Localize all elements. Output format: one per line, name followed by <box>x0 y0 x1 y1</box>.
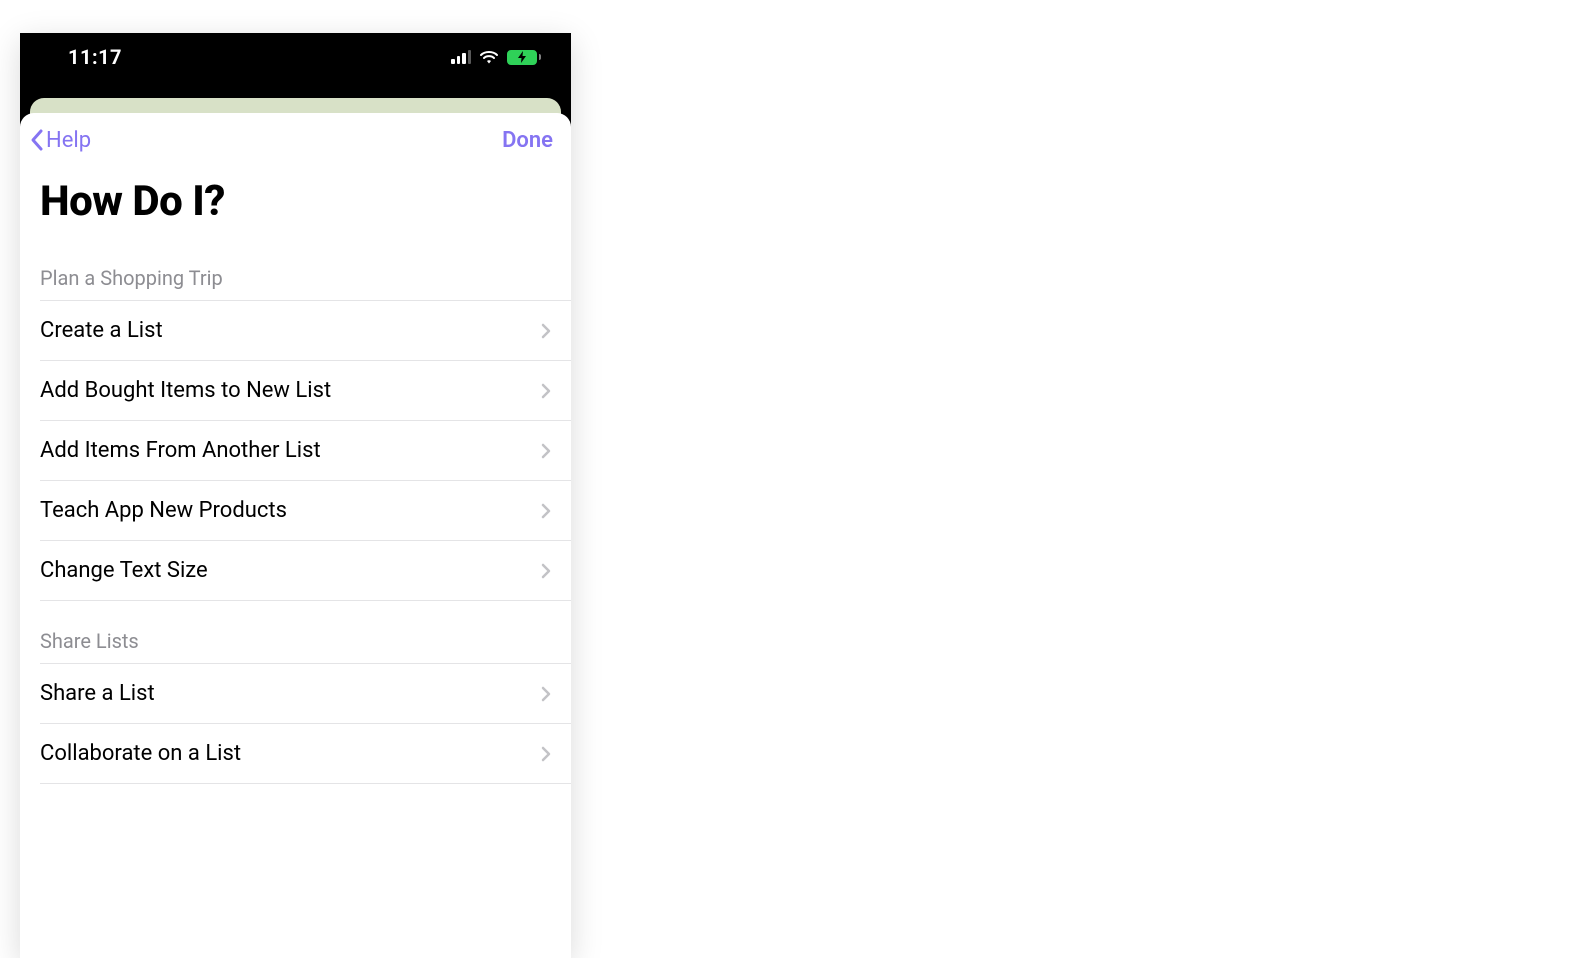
chevron-right-icon <box>541 686 551 702</box>
back-label: Help <box>46 128 91 153</box>
help-sheet: Help Done How Do I? Plan a Shopping Trip… <box>20 113 571 958</box>
list-item-label: Change Text Size <box>40 558 208 583</box>
chevron-right-icon <box>541 323 551 339</box>
chevron-left-icon <box>28 127 46 153</box>
battery-icon <box>507 50 541 65</box>
list-item-label: Collaborate on a List <box>40 741 241 766</box>
list-item-label: Add Items From Another List <box>40 438 321 463</box>
help-item-add-bought-items[interactable]: Add Bought Items to New List <box>20 361 571 421</box>
section-plan-shopping-trip: Plan a Shopping Trip Create a List Add B… <box>20 250 571 601</box>
phone-frame: 11:17 <box>20 33 571 958</box>
status-bar: 11:17 <box>20 33 571 81</box>
nav-bar: Help Done <box>20 113 571 161</box>
chevron-right-icon <box>541 443 551 459</box>
charging-bolt-icon <box>517 51 527 63</box>
done-button[interactable]: Done <box>502 128 553 153</box>
section-share-lists: Share Lists Share a List Collaborate on … <box>20 601 571 784</box>
wifi-icon <box>479 50 499 65</box>
list-item-label: Teach App New Products <box>40 498 287 523</box>
list-item-label: Add Bought Items to New List <box>40 378 331 403</box>
chevron-right-icon <box>541 383 551 399</box>
help-item-share-list[interactable]: Share a List <box>20 664 571 724</box>
section-header: Plan a Shopping Trip <box>20 266 571 300</box>
page-title: How Do I? <box>20 161 571 250</box>
help-sections: Plan a Shopping Trip Create a List Add B… <box>20 250 571 958</box>
help-item-create-list[interactable]: Create a List <box>20 301 571 361</box>
help-item-change-text-size[interactable]: Change Text Size <box>20 541 571 601</box>
help-item-collaborate-list[interactable]: Collaborate on a List <box>20 724 571 784</box>
help-item-teach-new-products[interactable]: Teach App New Products <box>20 481 571 541</box>
status-time: 11:17 <box>68 45 122 69</box>
back-button[interactable]: Help <box>28 127 91 153</box>
status-icons <box>451 50 541 65</box>
section-header: Share Lists <box>20 629 571 663</box>
chevron-right-icon <box>541 503 551 519</box>
chevron-right-icon <box>541 746 551 762</box>
help-item-add-from-another-list[interactable]: Add Items From Another List <box>20 421 571 481</box>
chevron-right-icon <box>541 563 551 579</box>
list-item-label: Share a List <box>40 681 155 706</box>
list-item-label: Create a List <box>40 318 163 343</box>
cellular-icon <box>451 50 471 64</box>
